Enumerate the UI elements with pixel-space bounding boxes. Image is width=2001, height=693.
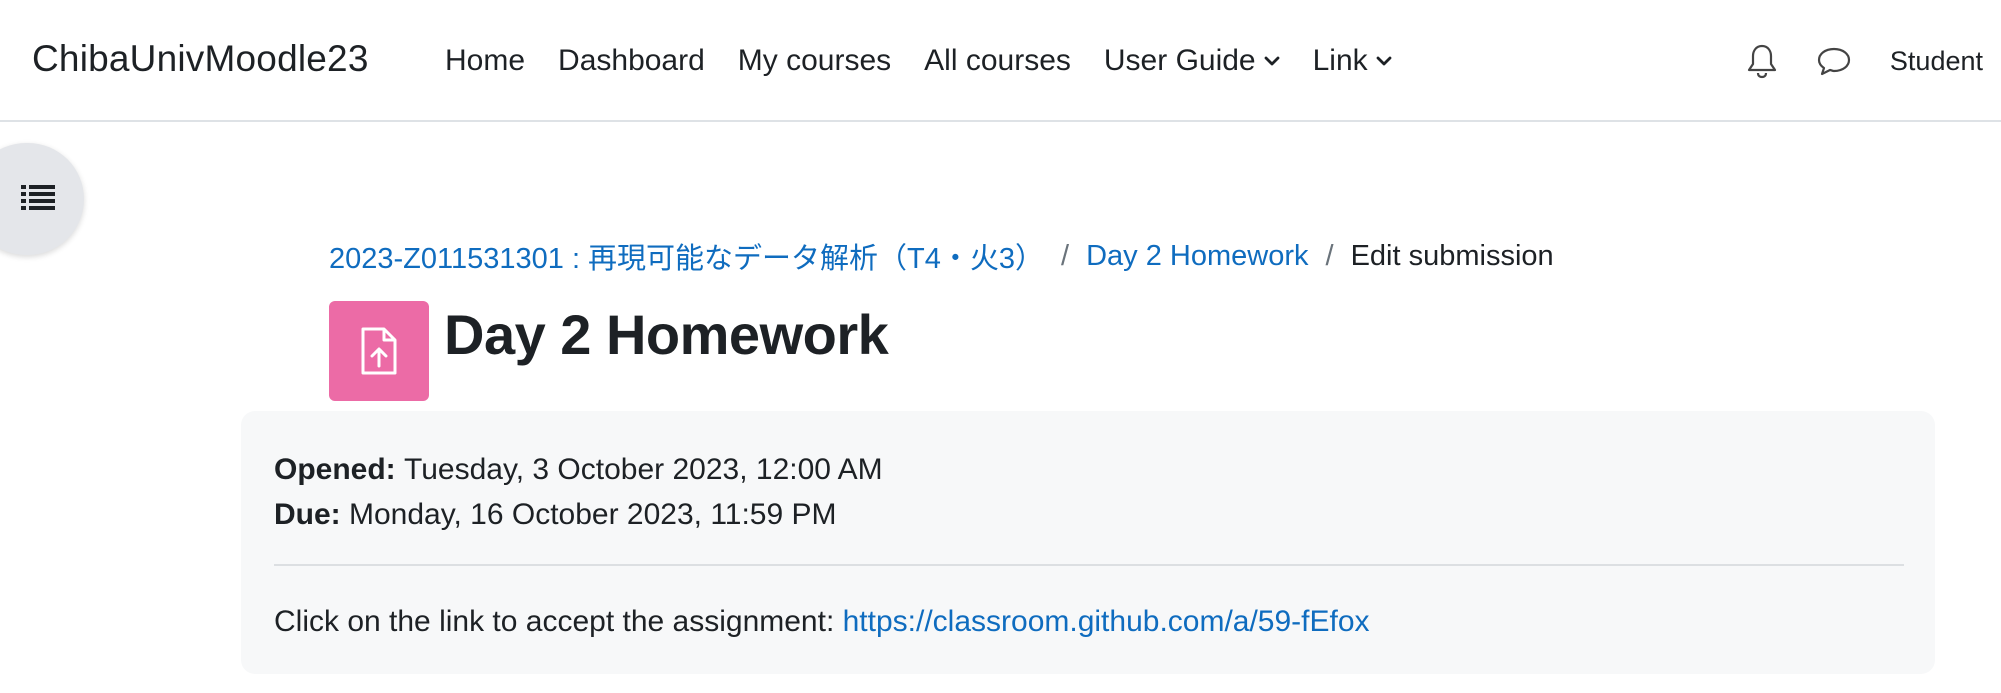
user-navigation: Student [1746,0,1983,122]
top-navbar: ChibaUnivMoodle23 Home Dashboard My cour… [0,0,2001,122]
nav-user-guide-dropdown[interactable]: User Guide [1104,44,1280,78]
nav-link-label: Link [1312,44,1368,77]
due-value: Monday, 16 October 2023, 11:59 PM [349,498,837,531]
user-menu[interactable]: Student [1890,46,1983,77]
activity-information: Opened: Tuesday, 3 October 2023, 12:00 A… [241,411,1935,674]
nav-my-courses-label: My courses [737,44,892,77]
chevron-down-icon [1376,55,1392,67]
activity-dates: Opened: Tuesday, 3 October 2023, 12:00 A… [274,447,883,537]
nav-all-courses[interactable]: All courses [924,44,1071,78]
nav-home-label: Home [445,44,526,77]
opened-date-row: Opened: Tuesday, 3 October 2023, 12:00 A… [274,447,883,492]
course-index-toggle[interactable] [0,143,84,255]
chevron-down-icon [1264,55,1280,67]
breadcrumb-separator: / [1061,239,1070,272]
site-brand[interactable]: ChibaUnivMoodle23 [32,38,369,80]
nav-link-dropdown[interactable]: Link [1313,44,1392,78]
bell-icon[interactable] [1746,43,1778,79]
github-classroom-link[interactable]: https://classroom.github.com/a/59-fEfox [843,605,1370,638]
description-text: Click on the link to accept the assignme… [274,605,843,638]
due-date-row: Due: Monday, 16 October 2023, 11:59 PM [274,492,883,537]
activity-description: Click on the link to accept the assignme… [274,605,1370,639]
breadcrumb: 2023-Z011531301 : 再現可能なデータ解析（T4・火3） / Da… [329,235,1554,277]
nav-all-courses-label: All courses [924,44,1071,77]
assignment-upload-icon [329,301,429,401]
breadcrumb-separator: / [1325,239,1334,272]
primary-navigation: Home Dashboard My courses All courses Us… [445,0,1425,122]
breadcrumb-current: Edit submission [1350,239,1554,272]
breadcrumb-course-link[interactable]: 2023-Z011531301 : 再現可能なデータ解析（T4・火3） [329,235,1044,277]
page-title: Day 2 Homework [444,303,889,366]
nav-dashboard[interactable]: Dashboard [558,44,705,78]
nav-home[interactable]: Home [445,44,525,78]
nav-dashboard-label: Dashboard [558,44,705,77]
nav-user-guide-label: User Guide [1103,44,1256,77]
opened-value: Tuesday, 3 October 2023, 12:00 AM [404,453,883,486]
divider [274,564,1904,566]
breadcrumb-activity-link[interactable]: Day 2 Homework [1086,240,1308,273]
nav-my-courses[interactable]: My courses [738,44,891,78]
chat-icon[interactable] [1816,45,1852,77]
list-icon [21,183,55,216]
opened-label: Opened: [274,453,405,486]
due-label: Due: [274,498,349,531]
